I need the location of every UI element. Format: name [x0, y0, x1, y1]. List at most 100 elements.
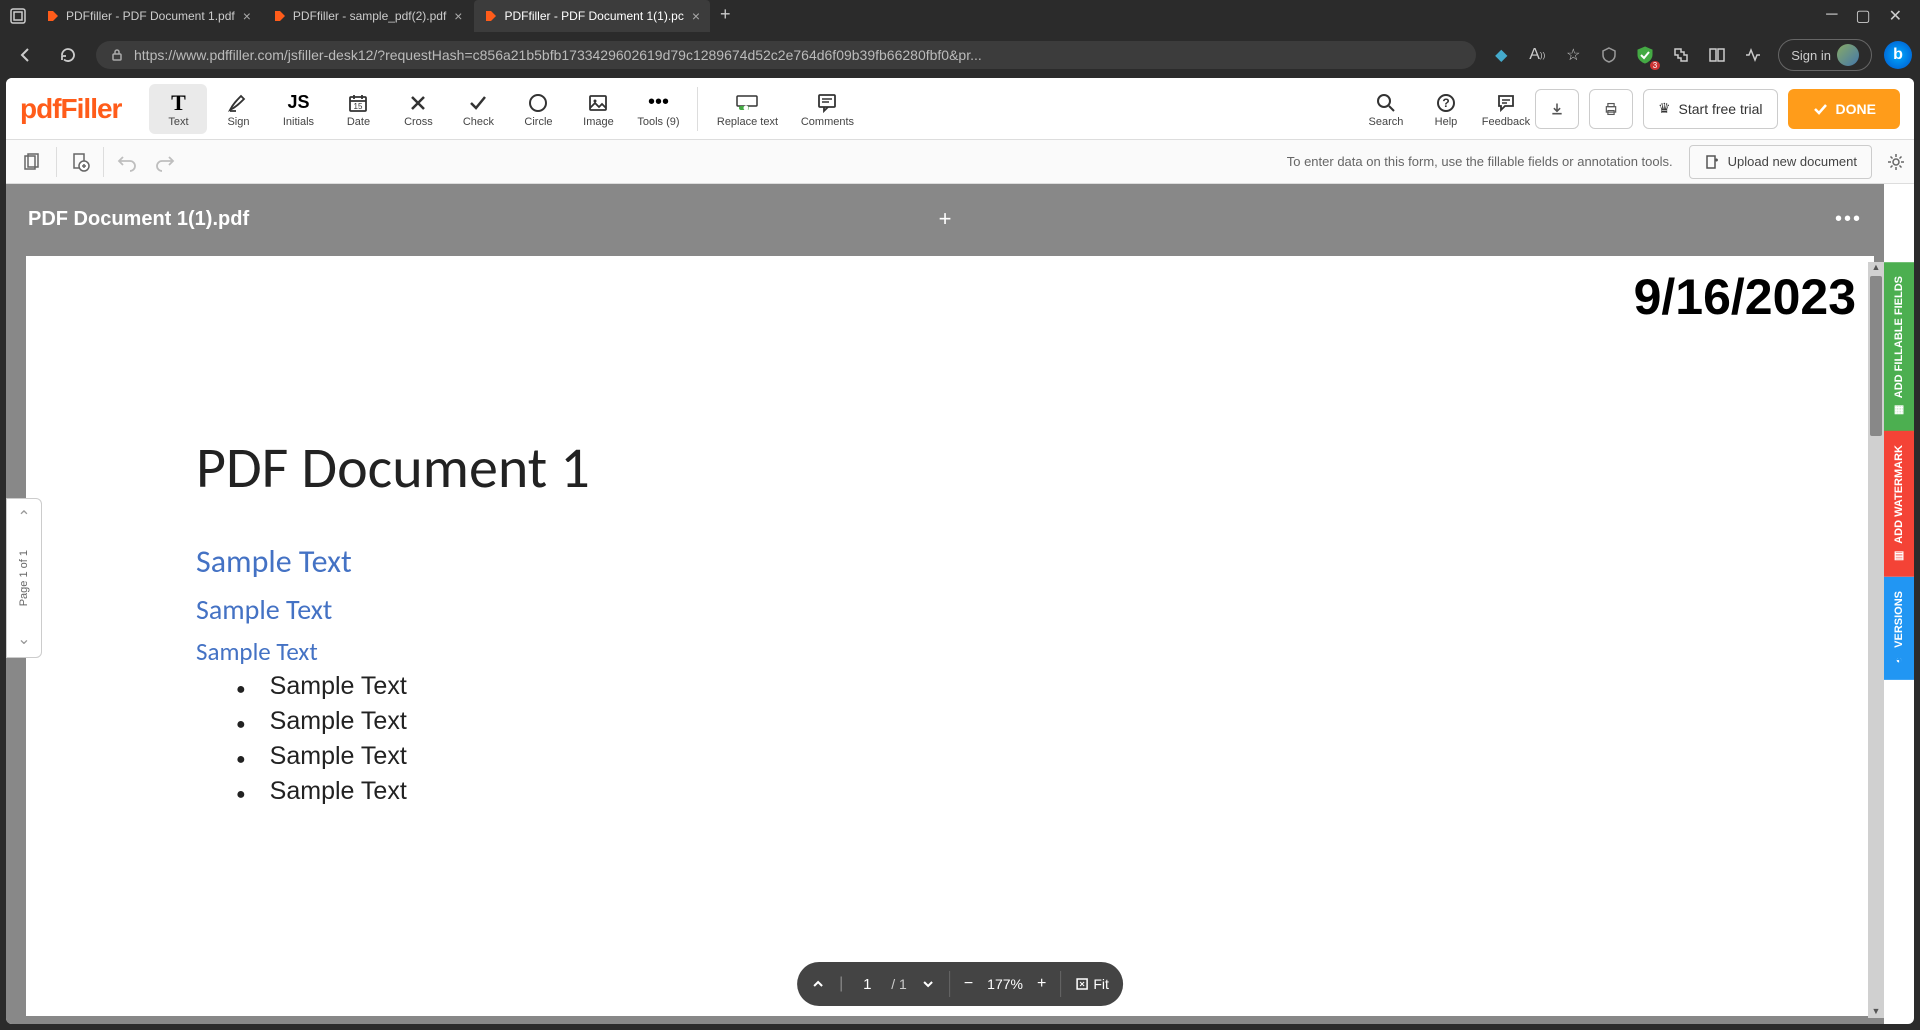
- prev-page-icon[interactable]: ⌃: [17, 507, 30, 527]
- print-button[interactable]: [1589, 89, 1633, 129]
- bing-button[interactable]: b: [1884, 41, 1912, 69]
- tool-label: Text: [168, 116, 188, 128]
- tool-search[interactable]: Search: [1357, 84, 1415, 134]
- document-filename: PDF Document 1(1).pdf: [28, 208, 249, 231]
- pdffiller-app: pdfFiller T Text Sign JS Initials 15 Dat…: [6, 78, 1914, 1024]
- tool-comments[interactable]: Comments: [788, 84, 866, 134]
- tab-title: PDFfiller - sample_pdf(2).pdf: [293, 9, 446, 23]
- refresh-button[interactable]: [54, 41, 82, 69]
- tool-label: Cross: [404, 116, 433, 128]
- scroll-down-icon[interactable]: ▼: [1870, 1006, 1882, 1018]
- browser-tab-strip: PDFfiller - PDF Document 1.pdf × PDFfill…: [0, 0, 1920, 32]
- tab-overview-icon[interactable]: [8, 6, 28, 26]
- next-page-button[interactable]: [921, 977, 935, 991]
- logo[interactable]: pdfFiller: [20, 93, 121, 125]
- collections-icon[interactable]: [1706, 44, 1728, 66]
- browser-tab-2[interactable]: PDFfiller - PDF Document 1(1).pc ×: [474, 0, 710, 32]
- document-more-icon[interactable]: •••: [1835, 208, 1862, 231]
- watermark-icon: ▤: [1893, 550, 1906, 563]
- search-icon: [1375, 90, 1397, 116]
- tool-date[interactable]: 15 Date: [329, 84, 387, 134]
- tool-cross[interactable]: Cross: [389, 84, 447, 134]
- extensions-icon[interactable]: [1670, 44, 1692, 66]
- tool-label: Feedback: [1482, 116, 1530, 128]
- page-number-input[interactable]: [857, 976, 877, 993]
- tool-initials[interactable]: JS Initials: [269, 84, 327, 134]
- document-page[interactable]: 9/16/2023 PDF Document 1 Sample Text Sam…: [26, 256, 1874, 1016]
- document-header: PDF Document 1(1).pdf + •••: [6, 184, 1884, 254]
- settings-button[interactable]: [1886, 152, 1906, 172]
- page-total: / 1: [891, 976, 907, 992]
- start-trial-button[interactable]: ♛ Start free trial: [1643, 89, 1778, 129]
- zoom-in-button[interactable]: +: [1037, 975, 1046, 993]
- close-icon[interactable]: ×: [243, 8, 251, 24]
- tool-label: Initials: [283, 116, 314, 128]
- tool-circle[interactable]: Circle: [509, 84, 567, 134]
- minimize-icon[interactable]: ─: [1826, 6, 1837, 26]
- favorite-icon[interactable]: ☆: [1562, 44, 1584, 66]
- undo-button[interactable]: [108, 145, 146, 179]
- tool-label: Check: [463, 116, 494, 128]
- tool-help[interactable]: ? Help: [1417, 84, 1475, 134]
- add-icon[interactable]: +: [939, 206, 952, 232]
- back-button[interactable]: [12, 41, 40, 69]
- tool-label: Tools (9): [637, 116, 679, 128]
- tool-text[interactable]: T Text: [149, 84, 207, 134]
- close-icon[interactable]: ×: [692, 8, 700, 24]
- tool-label: Image: [583, 116, 614, 128]
- performance-icon[interactable]: [1742, 44, 1764, 66]
- close-window-icon[interactable]: ✕: [1889, 6, 1902, 26]
- scrollbar-thumb[interactable]: [1870, 276, 1882, 436]
- tool-label: Comments: [801, 116, 854, 128]
- feedback-icon: [1495, 90, 1517, 116]
- tool-label: Search: [1369, 116, 1404, 128]
- pdffiller-favicon: [273, 9, 287, 23]
- doc-heading-2: Sample Text: [196, 542, 352, 581]
- add-fillable-fields-tab[interactable]: ▦ ADD FILLABLE FIELDS: [1884, 262, 1914, 431]
- separator: [103, 147, 104, 177]
- fit-label: Fit: [1093, 976, 1109, 992]
- document-viewport: PDF Document 1(1).pdf + ••• 9/16/2023 PD…: [6, 184, 1884, 1024]
- svg-text:?: ?: [1442, 96, 1449, 110]
- new-tab-button[interactable]: +: [712, 0, 739, 32]
- signin-button[interactable]: Sign in: [1778, 39, 1872, 71]
- tool-feedback[interactable]: Feedback: [1477, 84, 1535, 134]
- pages-panel-button[interactable]: [14, 145, 52, 179]
- upload-button[interactable]: Upload new document: [1689, 145, 1872, 179]
- adblock-icon[interactable]: 3: [1634, 44, 1656, 66]
- vertical-scrollbar[interactable]: ▲ ▼: [1868, 262, 1884, 1018]
- fit-button[interactable]: Fit: [1075, 976, 1109, 992]
- add-watermark-tab[interactable]: ▤ ADD WATERMARK: [1884, 431, 1914, 577]
- add-page-button[interactable]: [61, 145, 99, 179]
- redo-button[interactable]: [146, 145, 184, 179]
- pdffiller-favicon: [46, 9, 60, 23]
- versions-tab[interactable]: ◔ VERSIONS: [1884, 577, 1914, 680]
- tool-replace-text[interactable]: Replace text: [708, 84, 786, 134]
- next-page-icon[interactable]: ⌄: [17, 629, 30, 649]
- tab-label: VERSIONS: [1893, 591, 1905, 648]
- tool-image[interactable]: Image: [569, 84, 627, 134]
- download-button[interactable]: [1535, 89, 1579, 129]
- replace-text-icon: [735, 90, 759, 116]
- scroll-up-icon[interactable]: ▲: [1870, 262, 1882, 274]
- zoom-out-button[interactable]: −: [964, 975, 973, 993]
- close-icon[interactable]: ×: [454, 8, 462, 24]
- tool-check[interactable]: Check: [449, 84, 507, 134]
- done-button[interactable]: DONE: [1788, 89, 1900, 129]
- tracker-icon[interactable]: [1598, 44, 1620, 66]
- secondary-toolbar: To enter data on this form, use the fill…: [6, 140, 1914, 184]
- tool-sign[interactable]: Sign: [209, 84, 267, 134]
- tab-title: PDFfiller - PDF Document 1.pdf: [66, 9, 235, 23]
- url-input[interactable]: https://www.pdffiller.com/jsfiller-desk1…: [96, 41, 1476, 69]
- tool-more-tools[interactable]: ••• Tools (9): [629, 84, 687, 134]
- prev-page-button[interactable]: [811, 977, 825, 991]
- read-aloud-icon[interactable]: A)): [1526, 44, 1548, 66]
- sign-icon: [227, 90, 249, 116]
- maximize-icon[interactable]: ▢: [1855, 6, 1870, 26]
- browser-tab-1[interactable]: PDFfiller - sample_pdf(2).pdf ×: [263, 0, 473, 32]
- trial-label: Start free trial: [1679, 101, 1763, 117]
- check-icon: [467, 90, 489, 116]
- browser-tab-0[interactable]: PDFfiller - PDF Document 1.pdf ×: [36, 0, 261, 32]
- shopping-icon[interactable]: ◆: [1490, 44, 1512, 66]
- doc-bullet-list: Sample Text Sample Text Sample Text Samp…: [236, 672, 407, 812]
